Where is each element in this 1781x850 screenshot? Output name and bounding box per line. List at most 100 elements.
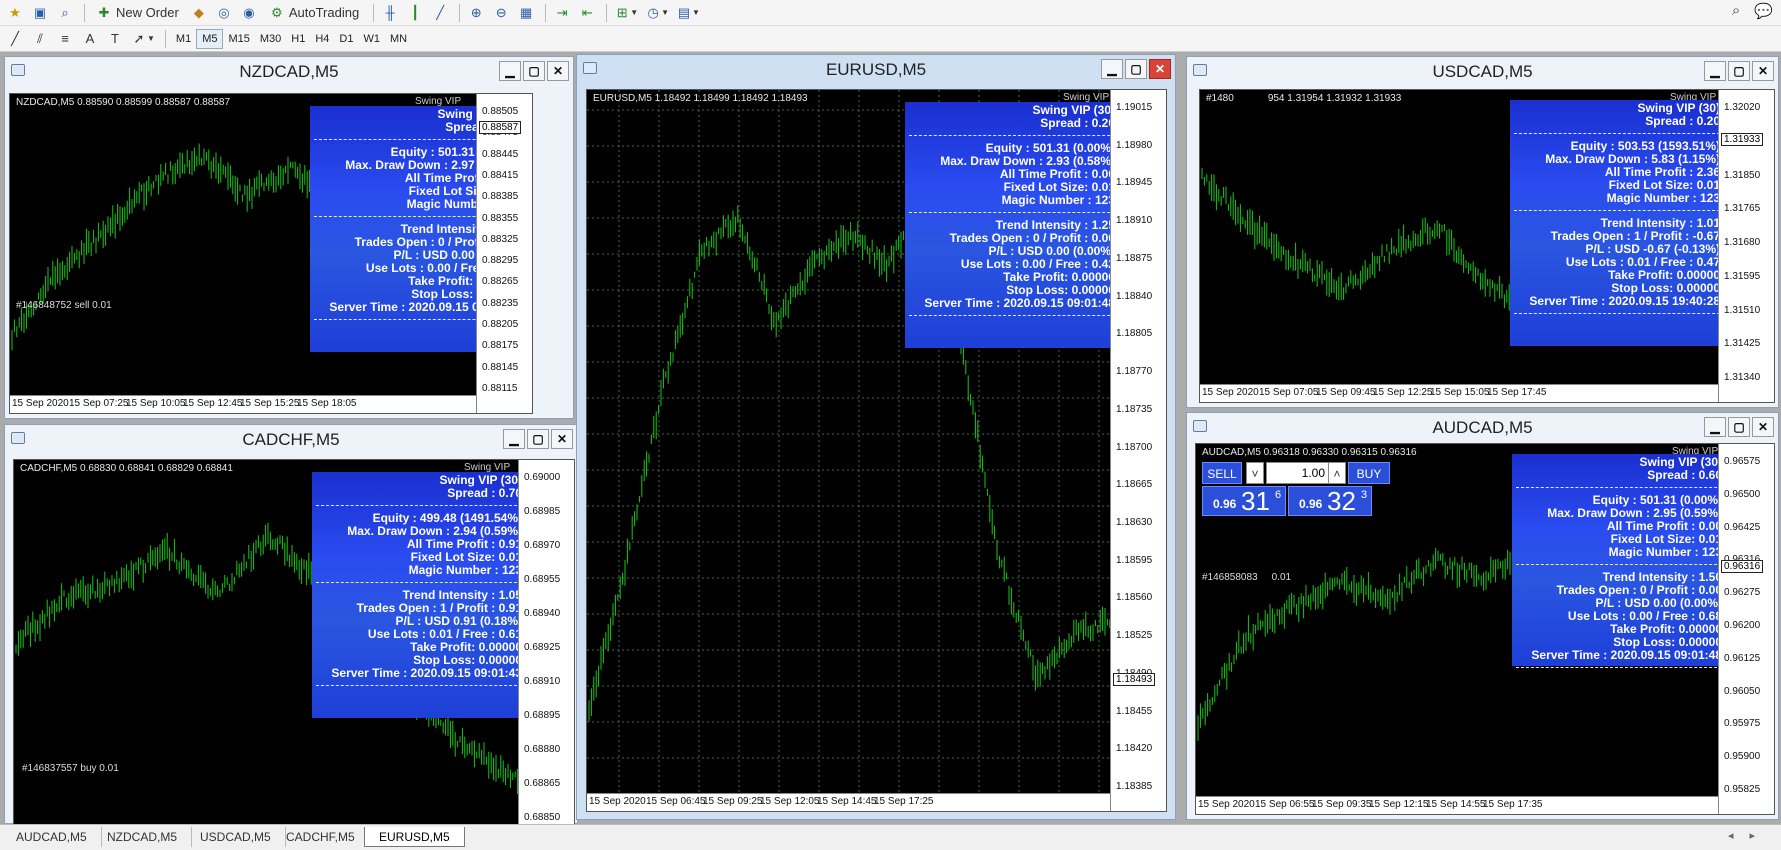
price-axis[interactable]: 1.32020 1.31933 1.31850 1.31765 1.31680 1.315… bbox=[1718, 90, 1774, 402]
tab-usdcad[interactable]: USDCAD,M5 bbox=[186, 827, 286, 847]
timeframe-h4[interactable]: H4 bbox=[310, 29, 334, 49]
price-axis[interactable]: 0.885050.884750.884450.884150.883850.883… bbox=[476, 94, 532, 413]
sell-price[interactable]: 0.96 31 6 bbox=[1202, 486, 1286, 516]
close-button[interactable]: ✕ bbox=[1149, 59, 1171, 79]
volume-up-button[interactable]: ˄ bbox=[1328, 462, 1346, 484]
maximize-button[interactable]: ▢ bbox=[527, 429, 549, 449]
minimize-button[interactable]: ▁ bbox=[499, 61, 521, 81]
window-titlebar[interactable]: USDCAD,M5 ▁ ▢ ✕ bbox=[1187, 57, 1778, 85]
price-axis[interactable]: 1.19015 1.18980 1.18945 1.18910 1.18875 1.188… bbox=[1110, 90, 1166, 811]
panel-divider bbox=[1514, 313, 1720, 314]
time-axis[interactable]: 15 Sep 2020 15 Sep 07:25 15 Sep 10:05 15 Se… bbox=[10, 395, 476, 413]
order-label: #146848752 sell 0.01 bbox=[16, 300, 112, 311]
price-chart[interactable]: EURUSD,M5 1.18492 1.18499 1.18492 1.1849… bbox=[586, 89, 1167, 812]
time-tick: 15 Sep 17:45 bbox=[1487, 387, 1547, 398]
time-tick: 15 Sep 07:05 bbox=[1259, 387, 1319, 398]
zoom-in-icon[interactable]: ⊕ bbox=[465, 2, 487, 24]
window-titlebar[interactable]: CADCHF,M5 ▁ ▢ ✕ bbox=[5, 425, 577, 453]
panel-magic-number: Magic Number : 123 bbox=[1001, 193, 1115, 207]
chart-shift-icon[interactable]: ⇤ bbox=[576, 2, 598, 24]
tab-audcad[interactable]: AUDCAD,M5 bbox=[2, 827, 102, 847]
arrows-icon[interactable]: ➚ ▼ bbox=[129, 28, 157, 50]
time-axis[interactable]: 15 Sep 2020 15 Sep 06:45 15 Sep 09:25 15 Se… bbox=[587, 793, 1110, 811]
maximize-button[interactable]: ▢ bbox=[1125, 59, 1147, 79]
new-order-button[interactable]: ✚ New Order bbox=[90, 2, 185, 24]
window-usdcad[interactable]: USDCAD,M5 ▁ ▢ ✕ #1480 954 1.31954 1.31932… bbox=[1186, 56, 1779, 408]
signals-icon[interactable]: ◉ bbox=[238, 2, 260, 24]
text-label-icon[interactable]: T bbox=[104, 28, 126, 50]
buy-button[interactable]: BUY bbox=[1348, 462, 1390, 484]
window-audcad[interactable]: AUDCAD,M5 ▁ ▢ ✕ AUDCAD,M5 0.96318 0.9633… bbox=[1186, 412, 1779, 820]
maximize-button[interactable]: ▢ bbox=[1728, 417, 1750, 437]
buy-price[interactable]: 0.96 32 3 bbox=[1288, 486, 1372, 516]
tab-cadchf[interactable]: CADCHF,M5 bbox=[272, 827, 370, 847]
price-chart[interactable]: CADCHF,M5 0.68830 0.68841 0.68829 0.6884… bbox=[13, 459, 575, 825]
periods-icon[interactable]: ◷ ▼ bbox=[643, 2, 671, 24]
timeframe-m15[interactable]: M15 bbox=[223, 29, 254, 49]
symbol-info: #1480 954 1.31954 1.31932 1.31933 bbox=[1206, 93, 1401, 104]
new-chart-icon[interactable]: ★ bbox=[4, 2, 26, 24]
terminal-icon[interactable]: ◎ bbox=[213, 2, 235, 24]
minimize-button[interactable]: ▁ bbox=[1101, 59, 1123, 79]
close-button[interactable]: ✕ bbox=[547, 61, 569, 81]
tab-eurusd[interactable]: EURUSD,M5 bbox=[364, 827, 465, 847]
timeframe-mn[interactable]: MN bbox=[385, 29, 412, 49]
window-titlebar[interactable]: NZDCAD,M5 ▁ ▢ ✕ bbox=[5, 57, 573, 85]
text-icon[interactable]: A bbox=[79, 28, 101, 50]
autoscroll-icon[interactable]: ⇥ bbox=[551, 2, 573, 24]
panel-divider bbox=[316, 685, 522, 686]
window-titlebar[interactable]: AUDCAD,M5 ▁ ▢ ✕ bbox=[1187, 413, 1778, 441]
line-chart-icon[interactable]: ╱ bbox=[429, 2, 451, 24]
timeframe-w1[interactable]: W1 bbox=[358, 29, 385, 49]
tab-scroll-arrows[interactable]: ◂▸ bbox=[1728, 829, 1771, 842]
panel-divider bbox=[1514, 210, 1720, 211]
timeframe-h1[interactable]: H1 bbox=[286, 29, 310, 49]
trendline-icon[interactable]: ╱ bbox=[4, 28, 26, 50]
panel-divider bbox=[1516, 667, 1722, 668]
close-button[interactable]: ✕ bbox=[1752, 417, 1774, 437]
window-titlebar[interactable]: EURUSD,M5 ▁ ▢ ✕ bbox=[577, 55, 1175, 83]
volume-down-button[interactable]: ˅ bbox=[1246, 462, 1264, 484]
tab-nzdcad[interactable]: NZDCAD,M5 bbox=[93, 827, 193, 847]
chat-icon[interactable]: 💬 bbox=[1754, 2, 1773, 20]
time-axis[interactable]: 15 Sep 2020 15 Sep 07:05 15 Sep 09:45 15 Se… bbox=[1200, 384, 1718, 402]
minimize-button[interactable]: ▁ bbox=[1704, 417, 1726, 437]
panel-magic-number: Magic Number : 123 bbox=[1608, 545, 1722, 559]
price-axis[interactable]: 0.96575 0.96500 0.96425 0.96316 0.96275 0.962… bbox=[1718, 444, 1774, 814]
templates-icon[interactable]: ▤ ▼ bbox=[674, 2, 702, 24]
bar-chart-icon[interactable]: ╫ bbox=[379, 2, 401, 24]
timeframe-m1[interactable]: M1 bbox=[171, 29, 196, 49]
search-icon[interactable]: ⌕ bbox=[1732, 2, 1740, 20]
close-button[interactable]: ✕ bbox=[1752, 61, 1774, 81]
price-chart[interactable]: AUDCAD,M5 0.96318 0.96330 0.96315 0.9631… bbox=[1195, 443, 1775, 815]
price-chart[interactable]: NZDCAD,M5 0.88590 0.88599 0.88587 0.8858… bbox=[9, 93, 533, 414]
timeframe-m30[interactable]: M30 bbox=[255, 29, 286, 49]
zoom-out-icon[interactable]: ⊖ bbox=[490, 2, 512, 24]
sell-button[interactable]: SELL bbox=[1202, 462, 1242, 484]
window-nzdcad[interactable]: NZDCAD,M5 ▁ ▢ ✕ NZDCAD,M5 0.88590 0.8859… bbox=[4, 56, 574, 419]
fibonacci-icon[interactable]: ≡ bbox=[54, 28, 76, 50]
timeframe-d1[interactable]: D1 bbox=[334, 29, 358, 49]
tile-windows-icon[interactable]: ▦ bbox=[515, 2, 537, 24]
minimize-button[interactable]: ▁ bbox=[503, 429, 525, 449]
timeframe-m5[interactable]: M5 bbox=[196, 28, 224, 49]
close-button[interactable]: ✕ bbox=[551, 429, 573, 449]
candlestick-icon[interactable]: ┃ bbox=[404, 2, 426, 24]
price-axis[interactable]: 0.69000 0.68985 0.68970 0.68955 0.68940 0.689… bbox=[518, 460, 574, 824]
maximize-button[interactable]: ▢ bbox=[1728, 61, 1750, 81]
maximize-button[interactable]: ▢ bbox=[523, 61, 545, 81]
minimize-button[interactable]: ▁ bbox=[1704, 61, 1726, 81]
price-tick: 1.31510 bbox=[1724, 304, 1761, 316]
navigator-icon[interactable]: ⌕ bbox=[54, 2, 76, 24]
autotrading-button[interactable]: ⚙ AutoTrading bbox=[263, 2, 365, 24]
profiles-icon[interactable]: ▣ bbox=[29, 2, 51, 24]
metaeditor-icon[interactable]: ◆ bbox=[188, 2, 210, 24]
price-tick: 1.18945 bbox=[1116, 177, 1153, 189]
price-chart[interactable]: #1480 954 1.31954 1.31932 1.31933 Swing V… bbox=[1199, 89, 1775, 403]
channel-icon[interactable]: ⫽ bbox=[29, 28, 51, 50]
indicators-icon[interactable]: ⊞ ▼ bbox=[612, 2, 640, 24]
window-eurusd[interactable]: EURUSD,M5 ▁ ▢ ✕ EURUSD,M5 1.18492 1.1849… bbox=[576, 54, 1176, 820]
time-tick: 15 Sep 2020 bbox=[12, 398, 69, 409]
time-axis[interactable]: 15 Sep 2020 15 Sep 06:55 15 Sep 09:35 15 Se… bbox=[1196, 796, 1718, 814]
window-cadchf[interactable]: CADCHF,M5 ▁ ▢ ✕ CADCHF,M5 0.68830 0.6884… bbox=[4, 424, 578, 825]
